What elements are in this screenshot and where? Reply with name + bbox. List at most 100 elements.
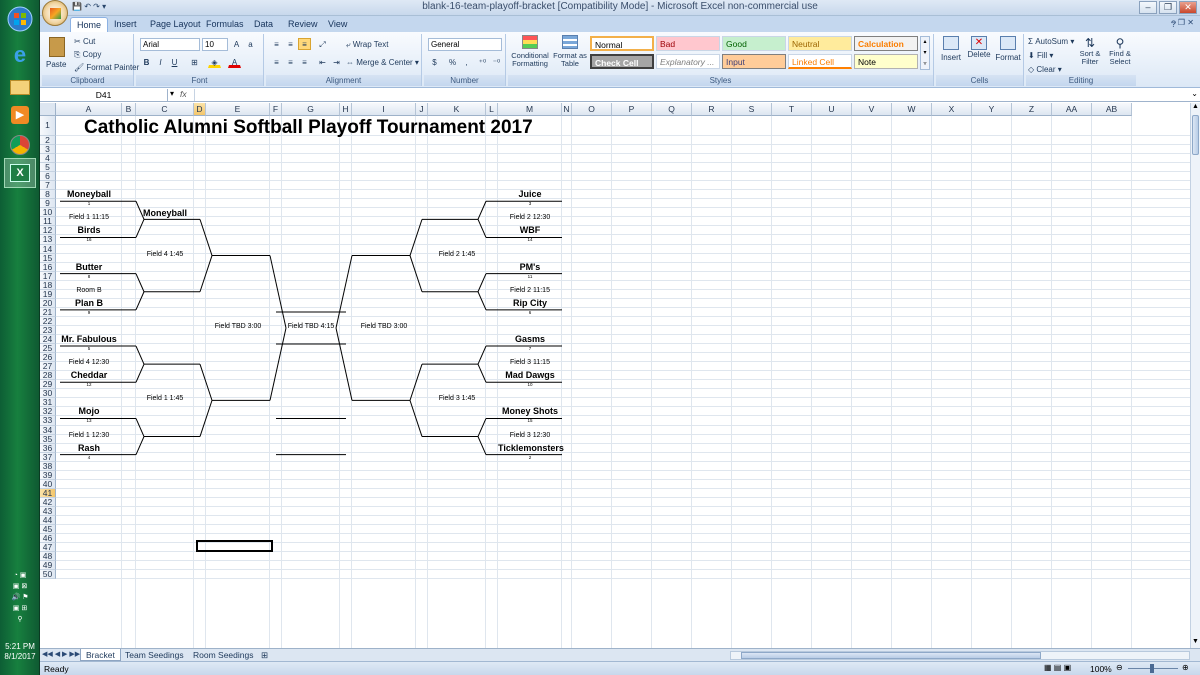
left-team-seed: 8: [87, 273, 91, 279]
sheet-tab-bracket[interactable]: Bracket: [80, 649, 121, 661]
horizontal-scroll-thumb[interactable]: [741, 652, 1041, 659]
style-linked-cell[interactable]: Linked Cell: [788, 54, 852, 69]
outdent-icon[interactable]: ⇥: [330, 56, 343, 68]
autosum-label: AutoSum: [1035, 37, 1069, 46]
fill-color-icon[interactable]: ◈: [208, 56, 221, 68]
delete-cells-button[interactable]: ✕ Delete: [966, 36, 992, 59]
sheet-nav-arrows[interactable]: ◀◀ ◀ ▶ ▶▶: [42, 650, 80, 658]
currency-icon[interactable]: $: [428, 56, 441, 68]
italic-icon[interactable]: I: [154, 56, 167, 68]
ribbon-window-controls[interactable]: – ❐ ✕: [1171, 18, 1194, 27]
style-calculation[interactable]: Calculation: [854, 36, 918, 51]
copy-button[interactable]: ⎘ Copy: [74, 50, 101, 60]
style-neutral[interactable]: Neutral: [788, 36, 852, 51]
style-input[interactable]: Input: [722, 54, 786, 69]
sort-filter-button[interactable]: ⇅ Sort & Filter: [1076, 36, 1104, 66]
tab-insert[interactable]: Insert: [108, 17, 143, 32]
excel-taskbar-button[interactable]: X: [4, 158, 36, 188]
format-as-table-button[interactable]: Format as Table: [552, 35, 588, 73]
tab-page-layout[interactable]: Page Layout: [144, 17, 207, 32]
align-bottom-icon[interactable]: ≡: [298, 38, 311, 50]
find-select-button[interactable]: ⚲ Find & Select: [1106, 36, 1134, 66]
cut-button[interactable]: ✂ Cut: [74, 37, 95, 46]
sheet-tab-room-seedings[interactable]: Room Seedings: [188, 649, 258, 661]
style-good[interactable]: Good: [722, 36, 786, 51]
tab-home[interactable]: Home: [70, 17, 109, 32]
decrease-decimal-icon[interactable]: ⁻⁰: [490, 56, 503, 68]
tab-data[interactable]: Data: [248, 17, 279, 32]
zoom-level[interactable]: 100%: [1090, 664, 1112, 674]
insert-function-icon[interactable]: fx: [180, 89, 187, 99]
indent-icon[interactable]: ⇤: [316, 56, 329, 68]
autosum-button[interactable]: Σ AutoSum ▾: [1028, 37, 1074, 46]
bold-icon[interactable]: B: [140, 56, 153, 68]
align-top-icon[interactable]: ≡: [270, 38, 283, 50]
font-name-select[interactable]: Arial: [140, 38, 200, 51]
conditional-formatting-button[interactable]: Conditional Formatting: [510, 35, 550, 73]
styles-scroll[interactable]: ▴ ▾ ▿: [920, 36, 930, 70]
left-team-name: Cheddar: [70, 370, 108, 381]
ie-taskbar-button[interactable]: e: [4, 40, 36, 70]
style-bad[interactable]: Bad: [656, 36, 720, 51]
horizontal-scrollbar[interactable]: [730, 651, 1190, 660]
vertical-scrollbar[interactable]: ▲ ▼: [1190, 103, 1200, 648]
wrap-text-icon: ⤶: [346, 40, 351, 49]
sheet-tab-team-seedings[interactable]: Team Seedings: [120, 649, 189, 661]
zoom-slider-thumb[interactable]: [1150, 664, 1154, 673]
fill-button[interactable]: ⬇ Fill ▾: [1028, 51, 1053, 60]
insert-cells-button[interactable]: Insert: [938, 36, 964, 62]
paste-button[interactable]: Paste: [46, 36, 70, 72]
scroll-down-icon[interactable]: ▼: [1191, 638, 1200, 648]
wrap-text-button[interactable]: ⤶ Wrap Text: [346, 40, 388, 50]
maximize-button[interactable]: ❐: [1159, 1, 1177, 14]
zoom-in-icon[interactable]: ⊕: [1182, 663, 1189, 672]
selected-cell[interactable]: [196, 540, 273, 552]
name-box[interactable]: D41: [40, 89, 168, 101]
left-r1-connector: [135, 291, 145, 311]
style-normal[interactable]: Normal: [590, 36, 654, 51]
percent-icon[interactable]: %: [446, 56, 459, 68]
tab-view[interactable]: View: [322, 17, 353, 32]
worksheet-grid[interactable]: A B C D E F G H I J K L M N O P Q R S T U V W X Y Z AA AB 123456789…: [40, 103, 1190, 648]
close-button[interactable]: ✕: [1179, 1, 1197, 14]
left-team-seed: 12: [86, 382, 92, 388]
formula-input[interactable]: [194, 89, 1190, 101]
minimize-button[interactable]: –: [1139, 1, 1157, 14]
format-cells-button[interactable]: Format: [994, 36, 1022, 62]
format-painter-button[interactable]: 🖌 Format Painter: [74, 63, 139, 72]
explorer-taskbar-button[interactable]: [4, 72, 36, 102]
number-format-select[interactable]: General: [428, 38, 502, 51]
style-check-cell[interactable]: Check Cell: [590, 54, 654, 69]
comma-icon[interactable]: ,: [460, 56, 473, 68]
orientation-icon[interactable]: ⤢: [316, 38, 329, 50]
tab-review[interactable]: Review: [282, 17, 324, 32]
grow-font-icon[interactable]: A: [230, 38, 243, 50]
scroll-up-icon[interactable]: ▲: [1191, 103, 1200, 113]
align-middle-icon[interactable]: ≡: [284, 38, 297, 50]
view-buttons[interactable]: ▦ ▤ ▣: [1044, 663, 1071, 672]
zoom-out-icon[interactable]: ⊖: [1116, 663, 1123, 672]
align-right-icon[interactable]: ≡: [298, 56, 311, 68]
borders-icon[interactable]: ⊞: [188, 56, 201, 68]
underline-icon[interactable]: U: [168, 56, 181, 68]
media-taskbar-button[interactable]: ▶: [4, 100, 36, 130]
merge-center-button[interactable]: ⇔ Merge & Center ▾: [346, 58, 419, 67]
style-explanatory[interactable]: Explanatory ...: [656, 54, 720, 69]
style-note[interactable]: Note: [854, 54, 918, 69]
office-button[interactable]: [42, 0, 68, 26]
insert-sheet-icon[interactable]: ⊞: [256, 649, 273, 661]
chrome-taskbar-button[interactable]: [4, 130, 36, 160]
increase-decimal-icon[interactable]: ⁺⁰: [476, 56, 489, 68]
font-color-icon[interactable]: A: [228, 56, 241, 68]
clear-button[interactable]: ◇ Clear ▾: [1028, 65, 1062, 74]
shrink-font-icon[interactable]: a: [244, 38, 257, 50]
clock[interactable]: 5:21 PM 8/1/2017: [0, 642, 40, 662]
scroll-thumb[interactable]: [1192, 115, 1199, 155]
font-size-select[interactable]: 10: [202, 38, 228, 51]
tab-formulas[interactable]: Formulas: [200, 17, 250, 32]
start-button[interactable]: [4, 4, 36, 34]
right-r1-connector: [477, 363, 487, 383]
align-left-icon[interactable]: ≡: [270, 56, 283, 68]
expand-formula-bar-icon[interactable]: ⌄: [1191, 89, 1198, 98]
align-center-icon[interactable]: ≡: [284, 56, 297, 68]
